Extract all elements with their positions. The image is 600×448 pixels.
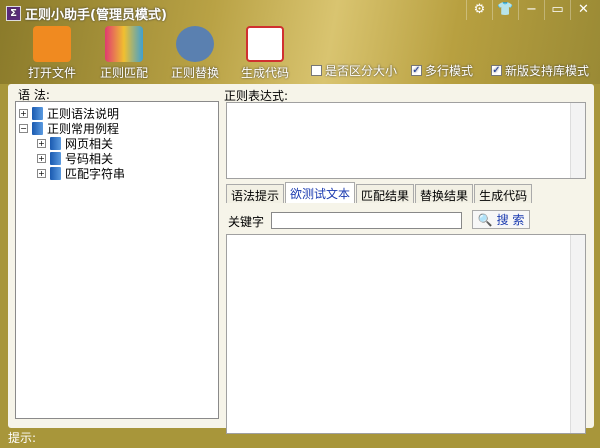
- label: 是否区分大小: [325, 64, 398, 78]
- label: 新版支持库模式: [505, 64, 590, 78]
- keyword-input[interactable]: [271, 212, 462, 229]
- book-icon: [50, 167, 61, 180]
- window-title: Σ 正则小助手(管理员模式): [6, 4, 167, 23]
- regex-replace-button[interactable]: 正则替换: [165, 26, 225, 81]
- label: 打开文件: [27, 66, 76, 80]
- keyword-label: 关键字: [228, 215, 265, 229]
- minimize-button[interactable]: −: [518, 0, 544, 20]
- match-icon: [105, 26, 143, 62]
- header: Σ 正则小助手(管理员模式) ⚙ 👕 − ▭ ✕ 打开文件 正则匹配 正则替换 生…: [0, 0, 600, 84]
- syntax-tree[interactable]: + 正则语法说明 − 正则常用例程 + 网页相关 + 号码相关 + 匹配字符串: [15, 101, 219, 419]
- case-sensitive-checkbox[interactable]: 是否区分大小: [311, 62, 397, 79]
- label: 生成代码: [240, 66, 289, 80]
- test-text-area[interactable]: [226, 234, 586, 434]
- label: 正则匹配: [99, 66, 148, 80]
- label: 正则替换: [170, 66, 219, 80]
- expand-icon[interactable]: +: [37, 154, 46, 163]
- search-icon: 🔍: [477, 212, 493, 227]
- binoculars-icon: [176, 26, 214, 62]
- book-icon: [50, 152, 61, 165]
- code-pen-icon: [246, 26, 284, 62]
- tab-replace-result[interactable]: 替换结果: [415, 184, 474, 203]
- book-icon: [50, 137, 61, 150]
- label: 多行模式: [425, 64, 474, 78]
- expand-icon[interactable]: +: [19, 109, 28, 118]
- tab-test-text[interactable]: 欲测试文本: [285, 182, 356, 203]
- close-button[interactable]: ✕: [570, 0, 596, 20]
- skin-icon[interactable]: 👕: [492, 0, 518, 20]
- open-file-button[interactable]: 打开文件: [22, 26, 82, 81]
- title-text: 正则小助手(管理员模式): [25, 8, 167, 23]
- regex-match-button[interactable]: 正则匹配: [94, 26, 154, 81]
- new-lib-checkbox[interactable]: ✓ 新版支持库模式: [491, 62, 589, 79]
- scrollbar[interactable]: [570, 235, 585, 433]
- tab-syntax-hint[interactable]: 语法提示: [226, 184, 285, 203]
- regex-input[interactable]: [226, 102, 586, 179]
- label: 搜 索: [496, 213, 525, 227]
- generate-code-button[interactable]: 生成代码: [235, 26, 295, 81]
- expand-icon[interactable]: +: [37, 169, 46, 178]
- expand-icon[interactable]: +: [37, 139, 46, 148]
- multiline-checkbox[interactable]: ✓ 多行模式: [411, 62, 473, 79]
- status-bar: 提示:: [8, 431, 37, 445]
- tab-bar: 语法提示 欲测试文本 匹配结果 替换结果 生成代码: [226, 182, 533, 203]
- collapse-icon[interactable]: −: [19, 124, 28, 133]
- tab-generate-code[interactable]: 生成代码: [474, 184, 533, 203]
- book-icon: [32, 122, 43, 135]
- settings-icon[interactable]: ⚙: [466, 0, 492, 20]
- tree-node[interactable]: + 匹配字符串: [37, 165, 125, 182]
- search-button[interactable]: 🔍 搜 索: [472, 210, 530, 229]
- maximize-button[interactable]: ▭: [544, 0, 570, 20]
- label: 匹配字符串: [65, 167, 126, 181]
- folder-icon: [33, 26, 71, 62]
- tab-match-result[interactable]: 匹配结果: [356, 184, 415, 203]
- scrollbar[interactable]: [570, 103, 585, 178]
- book-icon: [32, 107, 43, 120]
- app-icon: Σ: [6, 6, 21, 21]
